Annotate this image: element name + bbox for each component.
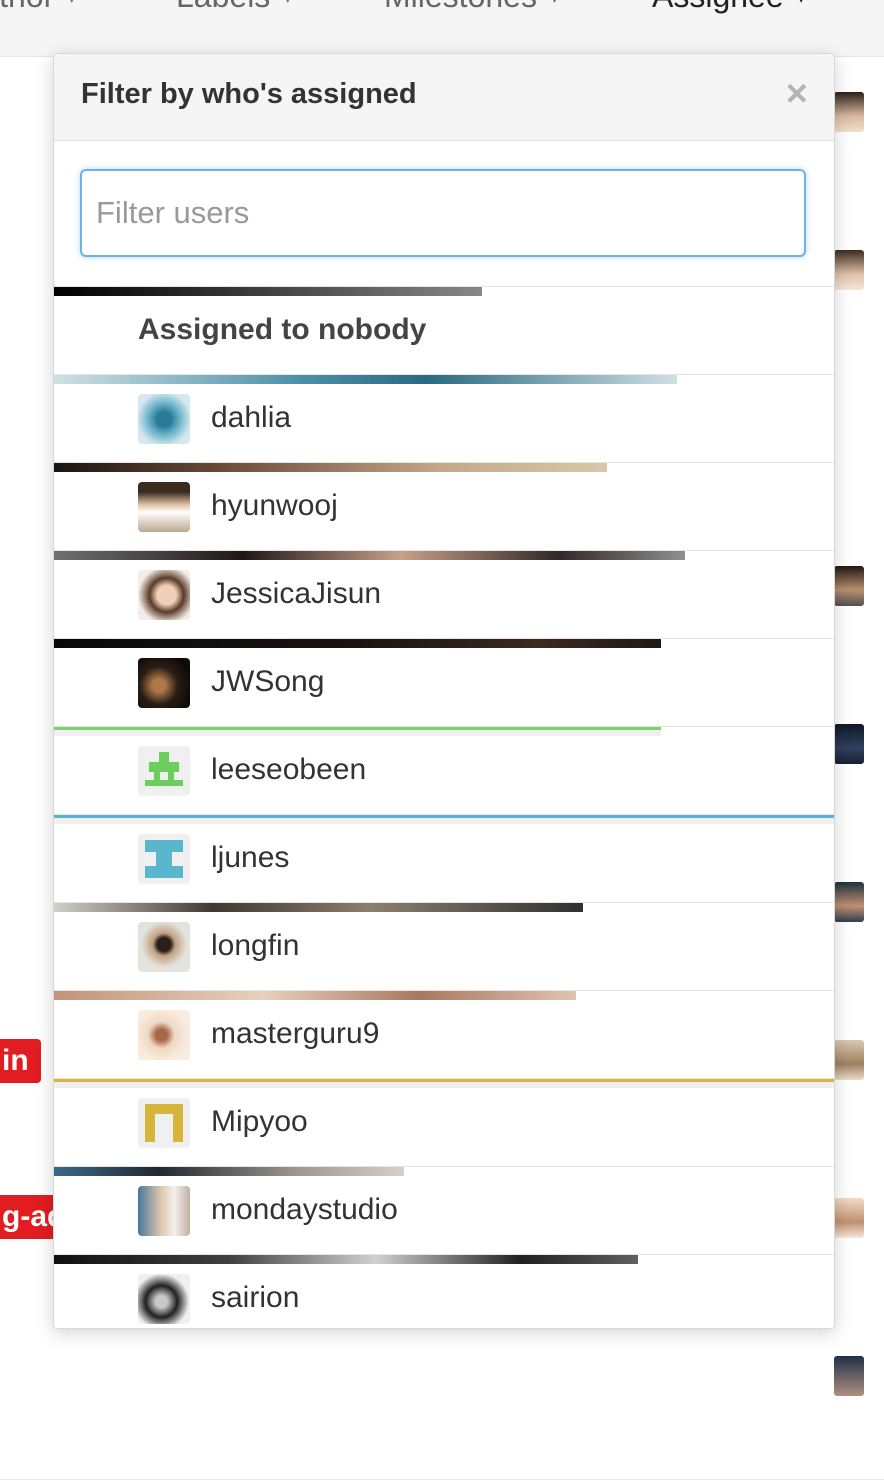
identicon-pattern xyxy=(145,752,183,786)
avatar[interactable] xyxy=(834,1040,864,1080)
user-item-dahlia[interactable]: dahlia xyxy=(54,375,834,463)
close-icon[interactable]: × xyxy=(786,74,808,114)
avatar[interactable] xyxy=(834,1198,864,1238)
assignee-filter-dropdown: Filter by who's assigned × Assigned to n… xyxy=(53,53,835,1329)
user-name: JWSong xyxy=(211,665,325,698)
identicon-pattern xyxy=(145,840,183,878)
user-name: masterguru9 xyxy=(211,1017,380,1050)
avatar[interactable] xyxy=(834,882,864,922)
avatar xyxy=(138,658,190,708)
tab-author-label: Author xyxy=(0,0,54,14)
identicon xyxy=(138,746,190,796)
user-name: JessicaJisun xyxy=(211,577,382,610)
filter-bar: Author ▾ Labels ▾ Milestones ▾ Assignee ▾ xyxy=(0,0,884,57)
identicon xyxy=(138,1098,190,1148)
strip xyxy=(54,727,661,736)
user-name: hyunwooj xyxy=(211,489,338,522)
avatar[interactable] xyxy=(834,724,864,764)
tab-labels[interactable]: Labels ▾ xyxy=(176,0,291,15)
tab-assignee[interactable]: Assignee ▾ xyxy=(652,0,805,15)
avatar[interactable] xyxy=(834,92,864,132)
strip xyxy=(54,463,607,472)
user-item-mondaystudio[interactable]: mondaystudio xyxy=(54,1167,834,1255)
strip xyxy=(54,991,576,1000)
identicon-pattern xyxy=(145,1104,183,1142)
user-item-leeseobeen[interactable]: leeseobeen xyxy=(54,727,834,815)
tab-labels-label: Labels xyxy=(176,0,270,14)
strip xyxy=(54,287,482,296)
chevron-down-icon: ▾ xyxy=(798,0,805,6)
issue-label[interactable]: in xyxy=(0,1039,41,1083)
tab-author[interactable]: Author ▾ xyxy=(0,0,75,15)
user-name: sairion xyxy=(211,1281,300,1314)
avatar xyxy=(138,394,190,444)
user-name: longfin xyxy=(211,929,300,962)
user-name: mondaystudio xyxy=(211,1193,398,1226)
user-name: ljunes xyxy=(211,841,290,874)
tab-milestones-label: Milestones xyxy=(384,0,537,14)
avatar[interactable] xyxy=(834,250,864,290)
tab-assignee-label: Assignee xyxy=(652,0,784,14)
avatar xyxy=(138,1274,190,1324)
user-item-ljunes[interactable]: ljunes xyxy=(54,815,834,903)
avatar xyxy=(138,922,190,972)
avatar[interactable] xyxy=(834,566,864,606)
avatar xyxy=(138,1010,190,1060)
user-name: leeseobeen xyxy=(211,753,367,786)
strip xyxy=(54,1079,834,1088)
strip xyxy=(54,1255,638,1264)
user-item-sairion[interactable]: sairion xyxy=(54,1255,834,1328)
identicon xyxy=(138,834,190,884)
strip xyxy=(54,639,661,648)
issue-row[interactable] xyxy=(0,1321,884,1480)
user-item-Mipyoo[interactable]: Mipyoo xyxy=(54,1079,834,1167)
strip xyxy=(54,815,834,824)
strip xyxy=(54,903,583,912)
assigned-to-nobody-item[interactable]: Assigned to nobody xyxy=(54,287,834,375)
user-name: Mipyoo xyxy=(211,1105,308,1138)
chevron-down-icon: ▾ xyxy=(284,0,291,6)
avatar xyxy=(138,570,190,620)
user-item-JessicaJisun[interactable]: JessicaJisun xyxy=(54,551,834,639)
user-name: dahlia xyxy=(211,401,292,434)
user-item-longfin[interactable]: longfin xyxy=(54,903,834,991)
tab-milestones[interactable]: Milestones ▾ xyxy=(384,0,558,15)
user-item-JWSong[interactable]: JWSong xyxy=(54,639,834,727)
avatar xyxy=(138,1186,190,1236)
user-item-hyunwooj[interactable]: hyunwooj xyxy=(54,463,834,551)
user-item-masterguru9[interactable]: masterguru9 xyxy=(54,991,834,1079)
chevron-down-icon: ▾ xyxy=(68,0,75,6)
avatar[interactable] xyxy=(834,1356,864,1396)
filter-users-input[interactable] xyxy=(80,169,806,257)
chevron-down-icon: ▾ xyxy=(551,0,558,6)
strip xyxy=(54,1167,404,1176)
strip xyxy=(54,375,677,384)
assigned-to-nobody-label: Assigned to nobody xyxy=(138,313,427,346)
dropdown-header: Filter by who's assigned × xyxy=(54,54,834,141)
filter-section xyxy=(54,141,834,287)
avatar xyxy=(138,482,190,532)
dropdown-title: Filter by who's assigned xyxy=(81,78,417,110)
strip xyxy=(54,551,685,560)
